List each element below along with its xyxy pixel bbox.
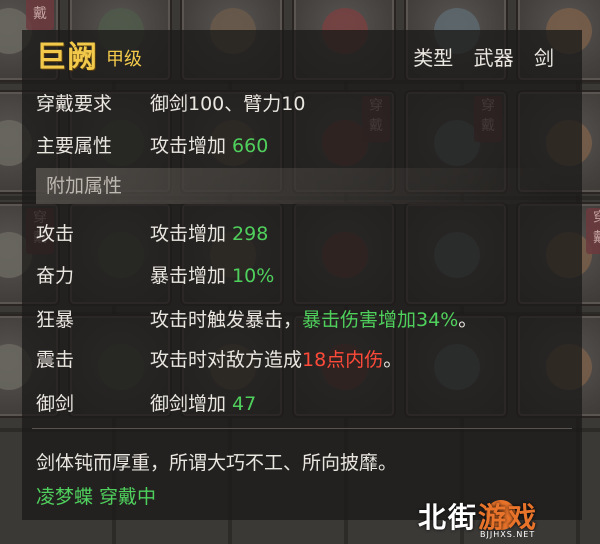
extra-attr-row: 攻击 攻击增加 298 <box>36 216 576 252</box>
extra-attr-highlight: 18点内伤 <box>302 349 384 371</box>
extra-attr-value: 暴击增加 10% <box>150 265 275 287</box>
extra-attr-value: 御剑增加 47 <box>150 393 257 415</box>
requirement-label: 穿戴要求 <box>36 93 113 115</box>
extra-attr-row: 奋力 暴击增加 10% <box>36 258 576 294</box>
wear-status: 凌梦蝶 穿戴中 <box>36 486 157 508</box>
extra-attr-value: 攻击增加 298 <box>150 223 269 245</box>
extra-attr-number: 298 <box>232 223 269 245</box>
extra-attr-title: 附加属性 <box>46 175 123 197</box>
extra-attr-label: 奋力 <box>36 265 75 287</box>
item-grade: 甲级 <box>106 49 142 70</box>
extra-attr-value: 攻击时对敌方造成18点内伤。 <box>150 349 403 371</box>
requirement-value: 御剑100、臂力10 <box>150 93 306 115</box>
main-attr-label: 主要属性 <box>36 135 113 157</box>
extra-attr-number: 10% <box>232 265 275 287</box>
extra-attr-label: 震击 <box>36 349 75 371</box>
extra-attr-row: 狂暴 攻击时触发暴击，暴击伤害增加34%。 <box>36 302 576 338</box>
item-name: 巨阙 <box>36 40 98 75</box>
equipped-tag: 穿戴 <box>586 208 600 254</box>
equipped-tag: 穿戴 <box>26 0 54 30</box>
extra-attr-header: 附加属性 <box>36 168 556 204</box>
main-attr-value: 攻击增加 660 <box>150 135 269 157</box>
extra-attr-number: 47 <box>232 393 257 415</box>
watermark-url: BJJHXS.NET <box>480 530 536 539</box>
extra-attr-row: 震击 攻击时对敌方造成18点内伤。 <box>36 342 576 378</box>
extra-attr-row: 御剑 御剑增加 47 <box>36 386 576 422</box>
main-attr-row: 主要属性 攻击增加 660 <box>36 128 576 164</box>
item-description: 剑体钝而厚重，所谓大巧不工、所向披靡。 <box>36 452 398 474</box>
extra-attr-label: 御剑 <box>36 393 75 415</box>
extra-attr-label: 攻击 <box>36 223 75 245</box>
extra-attr-label: 狂暴 <box>36 309 75 331</box>
main-attr-number: 660 <box>232 135 269 157</box>
item-type: 类型 武器 剑 <box>413 46 554 70</box>
divider <box>32 428 572 429</box>
requirement-row: 穿戴要求 御剑100、臂力10 <box>36 86 576 122</box>
item-tooltip: 巨阙 甲级 类型 武器 剑 穿戴要求 御剑100、臂力10 主要属性 攻击增加 … <box>22 30 582 520</box>
site-watermark: 北街游戏 BJJHXS.NET <box>418 492 598 542</box>
game-screen: { "inventory": { "slot_tag": "穿戴", "slot… <box>0 0 600 544</box>
extra-attr-highlight: 暴击伤害增加34% <box>302 309 459 331</box>
extra-attr-value: 攻击时触发暴击，暴击伤害增加34%。 <box>150 309 478 331</box>
tooltip-header: 巨阙 甲级 类型 武器 剑 <box>36 38 576 78</box>
